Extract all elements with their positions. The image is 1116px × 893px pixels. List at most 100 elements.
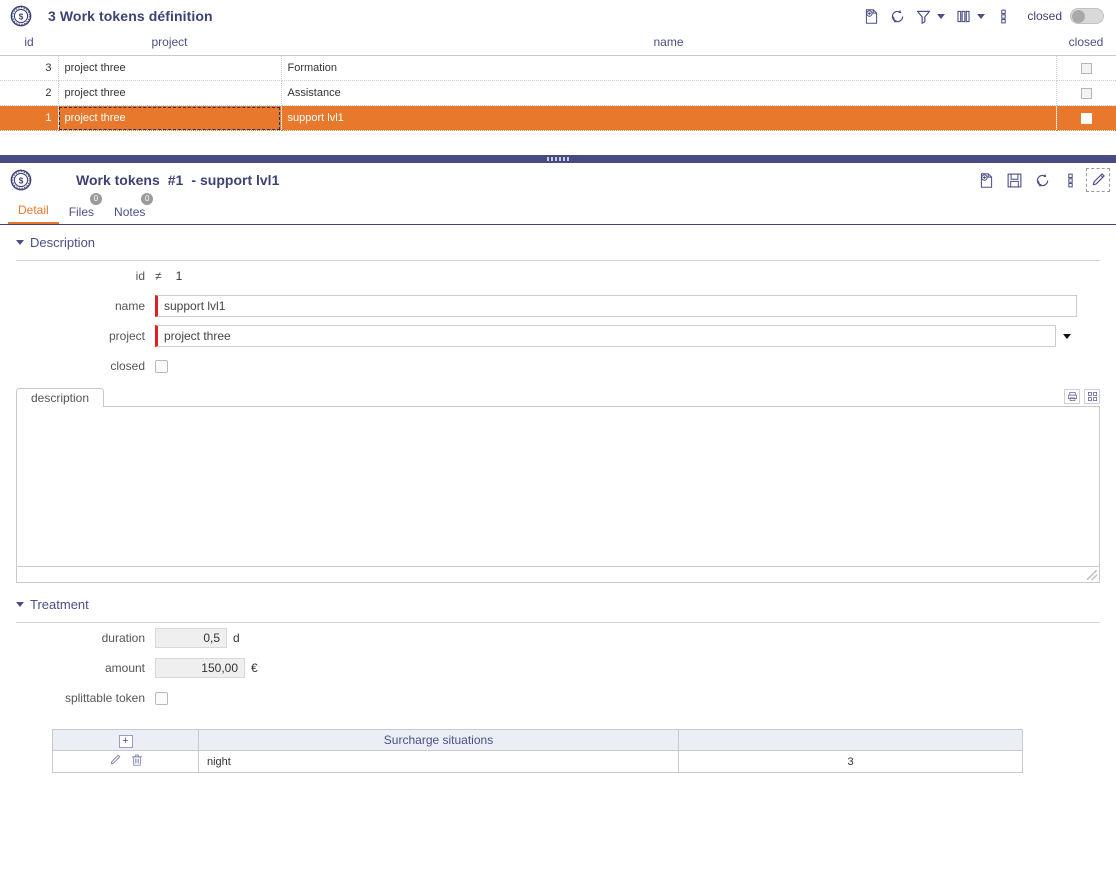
project-select[interactable]: project three: [155, 325, 1077, 347]
field-closed: closed: [0, 351, 1116, 381]
field-amount-label: amount: [0, 661, 155, 675]
name-input[interactable]: support lvl1: [155, 295, 1077, 317]
section-treatment-header[interactable]: Treatment: [0, 583, 1116, 618]
cell-project: project three: [58, 106, 281, 131]
closed-checkbox[interactable]: [155, 360, 168, 373]
field-duration: duration 0,5 d: [0, 623, 1116, 653]
detail-title-entity: Work tokens: [76, 172, 160, 188]
add-row-button[interactable]: +: [119, 735, 133, 748]
detail-panel: $ Work tokens#1-support lvl1: [0, 163, 1116, 773]
closed-toggle-label: closed: [1027, 9, 1062, 23]
field-closed-label: closed: [0, 359, 155, 373]
description-editor: description: [16, 387, 1100, 583]
new-document-icon[interactable]: [859, 4, 883, 28]
cell-closed: [1056, 106, 1116, 131]
panel-splitter[interactable]: [0, 155, 1116, 163]
resize-handle[interactable]: [1087, 570, 1097, 580]
tab-notes-label: Notes: [114, 205, 145, 219]
description-tab[interactable]: description: [16, 388, 104, 407]
tab-detail-label: Detail: [18, 203, 49, 217]
field-id-label: id: [0, 269, 155, 283]
field-duration-label: duration: [0, 631, 155, 645]
description-textarea[interactable]: [16, 407, 1100, 567]
table-header: id project name closed: [0, 32, 1116, 56]
splitter-grip: [547, 157, 569, 161]
field-amount: amount 150,00 €: [0, 653, 1116, 683]
pencil-edit-icon[interactable]: [1086, 168, 1110, 192]
table-row[interactable]: night 3: [53, 751, 1023, 773]
amount-input[interactable]: 150,00: [155, 658, 245, 678]
print-icon[interactable]: [1064, 389, 1080, 404]
field-project: project project three: [0, 321, 1116, 351]
fullscreen-expand-icon[interactable]: [1084, 389, 1100, 404]
closed-checkbox[interactable]: [1081, 63, 1092, 74]
application-window: $ 3 Work tokens définition: [0, 0, 1116, 893]
section-description-header[interactable]: Description: [0, 225, 1116, 256]
detail-title: Work tokens #1-support lvl1: [76, 172, 279, 188]
detail-title-separator: -: [191, 172, 196, 188]
refresh-icon[interactable]: [885, 4, 909, 28]
tab-notes-badge: 0: [141, 193, 153, 205]
cell-closed: [1056, 81, 1116, 106]
column-header-project[interactable]: project: [58, 32, 281, 56]
page-title: 3 Work tokens définition: [48, 8, 213, 24]
list-header: $ 3 Work tokens définition: [0, 0, 1116, 32]
cell-id: 3: [0, 56, 58, 81]
refresh-icon[interactable]: [1030, 168, 1054, 192]
svg-text:$: $: [19, 13, 24, 22]
closed-checkbox[interactable]: [1081, 113, 1092, 124]
toggle-knob: [1072, 10, 1085, 23]
column-header-name[interactable]: name: [281, 32, 1056, 56]
surcharge-name-header: Surcharge situations: [199, 730, 679, 751]
detail-header: $ Work tokens #1-support lvl1: [0, 163, 1116, 197]
table-row[interactable]: 2 project three Assistance: [0, 81, 1116, 106]
surcharge-add-header: +: [53, 730, 199, 751]
cell-closed: [1056, 56, 1116, 81]
detail-toolbar: [974, 168, 1110, 192]
field-name: name support lvl1: [0, 291, 1116, 321]
kebab-menu-icon[interactable]: [1058, 168, 1082, 192]
save-floppy-icon[interactable]: [1002, 168, 1026, 192]
surcharge-row-name: night: [199, 751, 679, 773]
filter-funnel-icon[interactable]: [911, 4, 935, 28]
project-select-value[interactable]: project three: [155, 325, 1077, 347]
surcharge-row-actions: [53, 751, 199, 773]
section-description-title: Description: [30, 235, 95, 250]
new-document-icon[interactable]: [974, 168, 998, 192]
project-chevron-down-icon[interactable]: [1055, 325, 1077, 347]
duration-unit: d: [233, 631, 240, 645]
detail-record-number: #1: [168, 172, 184, 188]
coin-token-icon: $: [10, 169, 32, 191]
tab-files[interactable]: 0 Files: [59, 205, 104, 224]
surcharge-value-header: [679, 730, 1023, 751]
closed-toggle-switch[interactable]: [1070, 8, 1104, 24]
field-splittable-token-label: splittable token: [0, 691, 155, 705]
detail-record-name: support lvl1: [200, 172, 279, 188]
column-header-closed[interactable]: closed: [1056, 32, 1116, 56]
collapse-triangle-icon[interactable]: [16, 602, 24, 607]
tab-files-label: Files: [69, 205, 94, 219]
splittable-token-checkbox[interactable]: [155, 692, 168, 705]
cell-id: 2: [0, 81, 58, 106]
kebab-menu-icon[interactable]: [991, 4, 1015, 28]
description-footer: [16, 567, 1100, 583]
tab-detail[interactable]: Detail: [8, 203, 59, 224]
columns-icon[interactable]: [951, 4, 975, 28]
duration-input[interactable]: 0,5: [155, 628, 227, 648]
table-row[interactable]: 3 project three Formation: [0, 56, 1116, 81]
tab-notes[interactable]: 0 Notes: [104, 205, 155, 224]
list-toolbar: closed: [859, 4, 1110, 28]
field-id: id ≠ 1: [0, 261, 1116, 291]
filter-chevron-down-icon[interactable]: [937, 14, 945, 19]
cell-name: support lvl1: [281, 106, 1056, 131]
trash-delete-icon[interactable]: [130, 753, 144, 770]
table-row-selected[interactable]: 1 project three support lvl1: [0, 106, 1116, 131]
pencil-edit-icon[interactable]: [108, 753, 122, 770]
closed-checkbox[interactable]: [1081, 88, 1092, 99]
column-header-id[interactable]: id: [0, 32, 58, 56]
surcharge-row-value: 3: [679, 751, 1023, 773]
collapse-triangle-icon[interactable]: [16, 240, 24, 245]
section-treatment-title: Treatment: [30, 597, 89, 612]
svg-text:$: $: [19, 177, 24, 186]
columns-chevron-down-icon[interactable]: [977, 14, 985, 19]
